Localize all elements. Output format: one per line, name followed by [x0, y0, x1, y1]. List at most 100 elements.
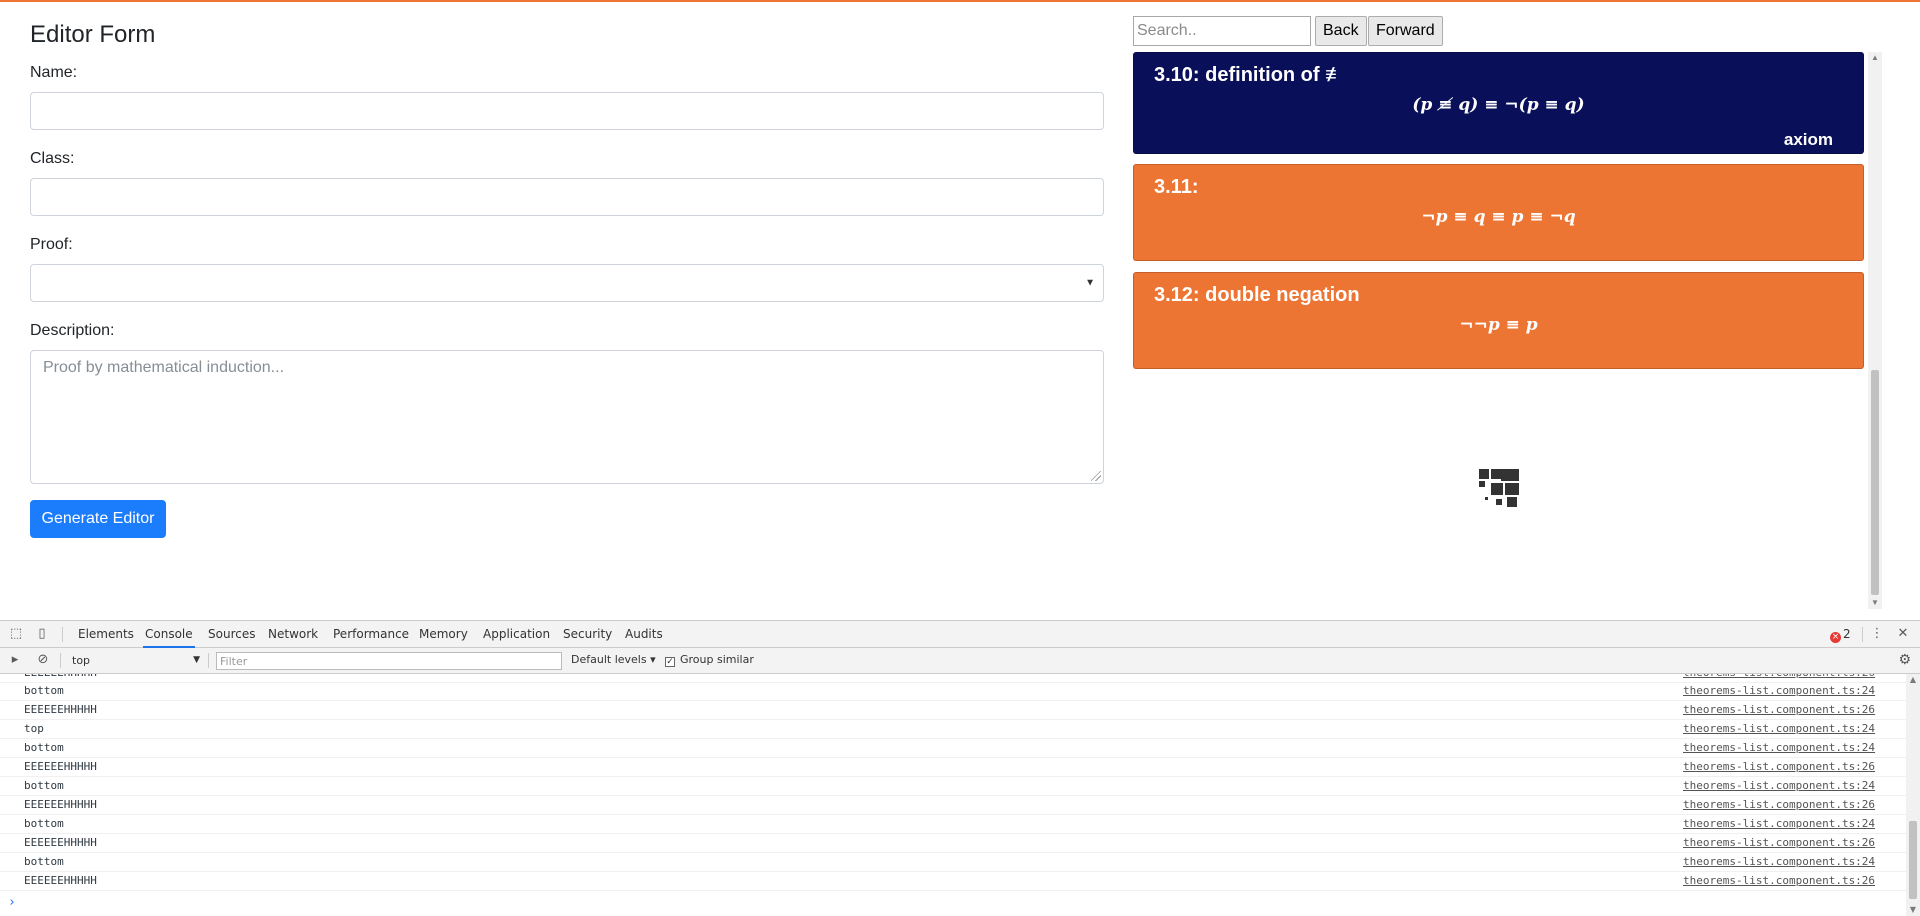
- top-accent-bar: [0, 0, 1920, 2]
- console-filter-bar: ▸ ⊘ top ▼ Default levels ▾ ✓ Group simila…: [0, 648, 1920, 674]
- theorem-title: 3.12: double negation: [1154, 284, 1360, 306]
- log-message: bottom: [24, 855, 64, 868]
- group-similar-toggle[interactable]: ✓ Group similar: [665, 653, 754, 667]
- console-log-row: bottom theorems-list.component.ts:24: [0, 739, 1906, 758]
- log-levels-dropdown[interactable]: Default levels ▾: [571, 653, 656, 666]
- page-title: Editor Form: [30, 21, 156, 48]
- sidebar-toggle-icon[interactable]: ▸: [7, 652, 23, 668]
- scroll-up-icon[interactable]: ▲: [1868, 52, 1882, 64]
- console-log-row: EEEEEEHHHHH theorems-list.component.ts:26: [0, 796, 1906, 815]
- devtools-panel: ⬚ ▯ Elements Console Sources Network Per…: [0, 620, 1920, 916]
- log-source-link[interactable]: theorems-list.component.ts:26: [1683, 834, 1875, 852]
- tab-network[interactable]: Network: [266, 621, 320, 648]
- log-source-link[interactable]: theorems-list.component.ts:26: [1683, 674, 1875, 682]
- log-source-link[interactable]: theorems-list.component.ts:26: [1683, 758, 1875, 776]
- error-count: 2: [1843, 627, 1851, 641]
- context-select[interactable]: top ▼: [66, 652, 202, 669]
- generate-editor-button[interactable]: Generate Editor: [30, 500, 166, 538]
- console-prompt-icon[interactable]: ›: [8, 895, 16, 910]
- log-message: bottom: [24, 741, 64, 754]
- console-output: EEEEEEHHHHH theorems-list.component.ts:26…: [0, 674, 1906, 916]
- theorem-card[interactable]: 3.12: double negation ¬¬p ≡ p: [1133, 272, 1864, 369]
- name-input[interactable]: [30, 92, 1104, 130]
- description-wrapper: [30, 350, 1104, 484]
- error-icon: ×: [1830, 632, 1841, 643]
- log-source-link[interactable]: theorems-list.component.ts:24: [1683, 815, 1875, 833]
- log-message: EEEEEEHHHHH: [24, 874, 97, 887]
- theorem-list-scrollbar[interactable]: ▲ ▼: [1868, 52, 1882, 609]
- console-log-row: EEEEEEHHHHH theorems-list.component.ts:26: [0, 834, 1906, 853]
- console-log-row: top theorems-list.component.ts:24: [0, 720, 1906, 739]
- log-source-link[interactable]: theorems-list.component.ts:26: [1683, 701, 1875, 719]
- group-similar-label: Group similar: [680, 653, 754, 666]
- log-source-link[interactable]: theorems-list.component.ts:26: [1683, 796, 1875, 814]
- class-input[interactable]: [30, 178, 1104, 216]
- inspect-icon[interactable]: ⬚: [8, 626, 24, 642]
- toolbar-divider: [60, 653, 61, 668]
- scroll-up-icon[interactable]: ▲: [1906, 674, 1920, 686]
- tab-performance[interactable]: Performance: [331, 621, 411, 648]
- caret-down-icon: ▾: [650, 653, 656, 666]
- settings-gear-icon[interactable]: ⚙: [1898, 652, 1911, 668]
- log-levels-label: Default levels: [571, 653, 647, 666]
- theorem-tag: axiom: [1783, 130, 1833, 149]
- tab-security[interactable]: Security: [561, 621, 614, 648]
- forward-button[interactable]: Forward: [1368, 16, 1443, 46]
- device-toggle-icon[interactable]: ▯: [34, 626, 50, 642]
- log-message: EEEEEEHHHHH: [24, 836, 97, 849]
- proof-select[interactable]: ▼: [30, 264, 1104, 302]
- editor-form: Editor Form Name: Class: Proof: ▼ Descri…: [30, 18, 1104, 538]
- console-log-row: bottom theorems-list.component.ts:24: [0, 815, 1906, 834]
- scrollbar-thumb[interactable]: [1871, 370, 1879, 595]
- log-message: top: [24, 722, 44, 735]
- description-textarea[interactable]: [30, 350, 1104, 484]
- more-icon[interactable]: ⋮: [1869, 626, 1885, 642]
- caret-down-icon: ▼: [193, 655, 200, 665]
- toolbar-divider: [1862, 627, 1863, 642]
- tab-audits[interactable]: Audits: [623, 621, 665, 648]
- theorem-card[interactable]: 3.11: ¬p ≡ q ≡ p ≡ ¬q: [1133, 164, 1864, 261]
- log-message: EEEEEEHHHHH: [24, 798, 97, 811]
- console-log-row: EEEEEEHHHHH theorems-list.component.ts:26: [0, 758, 1906, 777]
- log-source-link[interactable]: theorems-list.component.ts:24: [1683, 853, 1875, 871]
- resize-handle-icon[interactable]: [1091, 471, 1101, 481]
- theorem-formula: ¬p ≡ q ≡ p ≡ ¬q: [1421, 207, 1576, 227]
- tab-application[interactable]: Application: [481, 621, 552, 648]
- search-input[interactable]: [1133, 16, 1311, 46]
- log-source-link[interactable]: theorems-list.component.ts:26: [1683, 872, 1875, 890]
- checkbox-checked-icon[interactable]: ✓: [665, 657, 675, 667]
- back-button[interactable]: Back: [1315, 16, 1367, 46]
- log-source-link[interactable]: theorems-list.component.ts:24: [1683, 739, 1875, 757]
- theorem-list: 3.10: definition of ≢ (p ≢ q) ≡ ¬(p ≡ q)…: [1133, 52, 1882, 609]
- console-log-row: bottom theorems-list.component.ts:24: [0, 853, 1906, 872]
- console-scrollbar[interactable]: ▲ ▼: [1906, 674, 1920, 916]
- log-source-link[interactable]: theorems-list.component.ts:24: [1683, 720, 1875, 738]
- context-value: top: [72, 654, 91, 667]
- console-log-row: bottom theorems-list.component.ts:24: [0, 777, 1906, 796]
- tab-console[interactable]: Console: [143, 621, 195, 648]
- name-label: Name:: [30, 64, 78, 81]
- log-message: bottom: [24, 779, 64, 792]
- scroll-down-icon[interactable]: ▼: [1906, 904, 1920, 916]
- clear-console-icon[interactable]: ⊘: [35, 652, 51, 668]
- log-message: EEEEEEHHHHH: [24, 674, 97, 682]
- toolbar-divider: [62, 627, 63, 642]
- theorem-title: 3.10: definition of ≢: [1154, 64, 1346, 86]
- tab-memory[interactable]: Memory: [417, 621, 470, 648]
- tab-elements[interactable]: Elements: [76, 621, 136, 648]
- close-icon[interactable]: ✕: [1895, 626, 1911, 642]
- log-message: EEEEEEHHHHH: [24, 703, 97, 716]
- console-filter-input[interactable]: [216, 652, 562, 670]
- log-source-link[interactable]: theorems-list.component.ts:24: [1683, 682, 1875, 700]
- console-log-row: bottom theorems-list.component.ts:24: [0, 682, 1906, 701]
- theorem-card[interactable]: 3.10: definition of ≢ (p ≢ q) ≡ ¬(p ≡ q)…: [1133, 52, 1864, 154]
- scroll-down-icon[interactable]: ▼: [1868, 597, 1882, 609]
- error-count-badge[interactable]: × 2: [1830, 627, 1851, 643]
- description-label: Description:: [30, 322, 115, 339]
- dropdown-arrow-icon: ▼: [1085, 277, 1095, 289]
- log-source-link[interactable]: theorems-list.component.ts:24: [1683, 777, 1875, 795]
- tab-sources[interactable]: Sources: [206, 621, 257, 648]
- scrollbar-thumb[interactable]: [1909, 821, 1917, 899]
- theorem-formula: (p ≢ q) ≡ ¬(p ≡ q): [1412, 95, 1585, 115]
- devtools-toolbar: ⬚ ▯ Elements Console Sources Network Per…: [0, 621, 1920, 648]
